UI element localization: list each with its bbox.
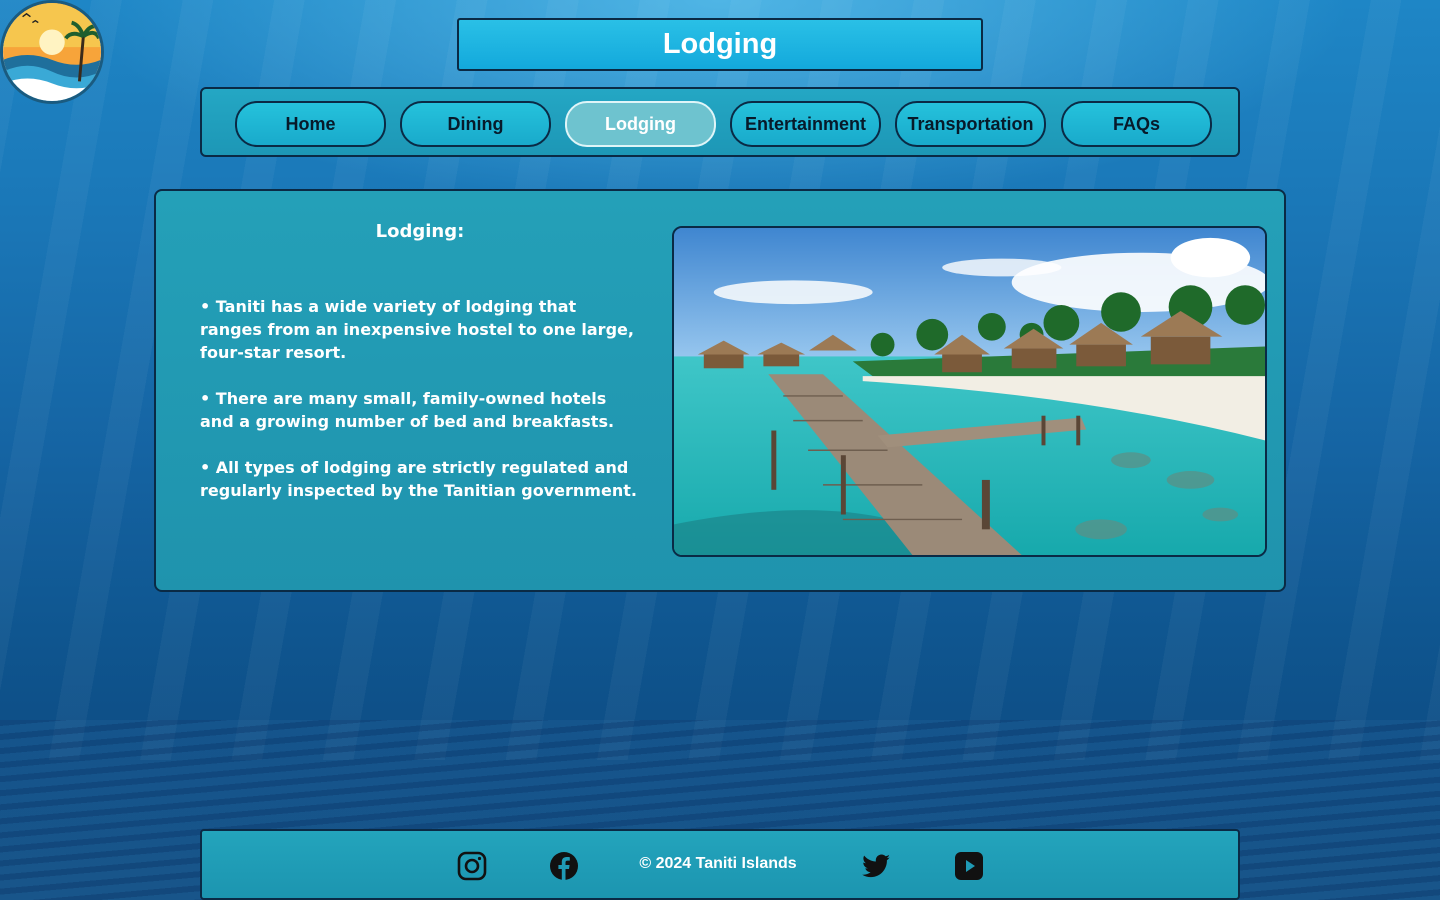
nav-faqs-button[interactable]: FAQs — [1061, 101, 1212, 147]
nav-entertainment-button[interactable]: Entertainment — [730, 101, 881, 147]
main-navigation: Home Dining Lodging Entertainment Transp… — [200, 87, 1240, 157]
section-heading: Lodging: — [375, 221, 465, 242]
copyright-text: © 2024 Taniti Islands — [639, 855, 797, 872]
instagram-icon[interactable] — [457, 851, 487, 881]
nav-home-button[interactable]: Home — [235, 101, 386, 147]
lodging-content-panel: Lodging: • Taniti has a wide variety of … — [154, 189, 1286, 592]
facebook-icon[interactable] — [549, 851, 579, 881]
nav-transportation-button[interactable]: Transportation — [895, 101, 1046, 147]
page-title: Lodging — [457, 18, 983, 71]
bullet-item: • Taniti has a wide variety of lodging t… — [200, 297, 634, 362]
bullet-item: • All types of lodging are strictly regu… — [200, 458, 637, 500]
nav-dining-button[interactable]: Dining — [400, 101, 551, 147]
bullet-item: • There are many small, family-owned hot… — [200, 389, 615, 431]
site-footer: © 2024 Taniti Islands — [200, 829, 1240, 900]
taniti-islands-logo-icon[interactable] — [0, 0, 104, 104]
nav-lodging-button[interactable]: Lodging — [565, 101, 716, 147]
youtube-icon[interactable] — [954, 851, 984, 881]
lodging-bullet-list: • Taniti has a wide variety of lodging t… — [200, 295, 640, 525]
overwater-bungalows-photo — [672, 226, 1267, 557]
twitter-icon[interactable] — [861, 851, 891, 881]
